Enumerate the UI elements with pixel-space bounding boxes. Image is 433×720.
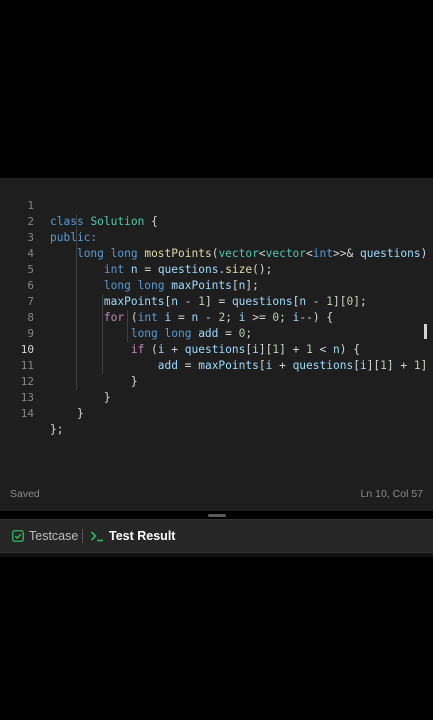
tab-divider — [82, 529, 83, 543]
line-text: } — [76, 407, 84, 420]
code-line[interactable]: 12 } — [0, 358, 433, 404]
editor-status-bar: Saved Ln 10, Col 57 — [0, 488, 433, 504]
checkbox-check-icon — [12, 530, 24, 542]
code-line[interactable]: 8 long long add = 0; — [0, 294, 433, 340]
code-line[interactable]: 7 for (int i = n - 2; i >= 0; i--) { — [0, 278, 433, 324]
tab-test-result-label: Test Result — [109, 529, 176, 543]
tab-testcase[interactable]: Testcase — [12, 520, 78, 552]
tab-testcase-label: Testcase — [29, 529, 79, 543]
code-line[interactable]: 2 public: — [0, 198, 433, 244]
terminal-prompt-icon — [90, 530, 104, 542]
code-line-active[interactable]: 10 add = maxPoints[i + questions[i][1] +… — [0, 326, 433, 372]
code-line[interactable]: 14 }; — [0, 390, 433, 436]
cursor-position: Ln 10, Col 57 — [360, 488, 423, 500]
code-line[interactable]: 11 } — [0, 342, 433, 388]
code-line[interactable]: 4 int n = questions.size(); — [0, 230, 433, 276]
code-line[interactable]: 3 long long mostPoints(vector<vector<int… — [0, 214, 433, 260]
line-text: }; — [50, 423, 64, 436]
save-status: Saved — [10, 488, 40, 500]
code-line[interactable]: 6 maxPoints[n - 1] = questions[n - 1][0]… — [0, 262, 433, 308]
tab-test-result[interactable]: Test Result — [90, 520, 175, 552]
code-line[interactable]: 13 } — [0, 374, 433, 420]
code-editor[interactable]: 1 class Solution { 2 public: 3 long long… — [0, 178, 433, 511]
console-tabs: Testcase Test Result — [0, 519, 433, 553]
code-line[interactable]: 1 class Solution { — [0, 182, 433, 228]
text-cursor — [424, 324, 427, 339]
code-line[interactable]: 5 long long maxPoints[n]; — [0, 246, 433, 292]
code-line[interactable]: 9 if (i + questions[i][1] + 1 < n) { — [0, 310, 433, 356]
panel-bottom-strip — [0, 553, 433, 557]
panel-resize-handle[interactable] — [208, 514, 226, 517]
code-area[interactable]: 1 class Solution { 2 public: 3 long long… — [0, 182, 433, 436]
line-number: 14 — [20, 407, 34, 420]
